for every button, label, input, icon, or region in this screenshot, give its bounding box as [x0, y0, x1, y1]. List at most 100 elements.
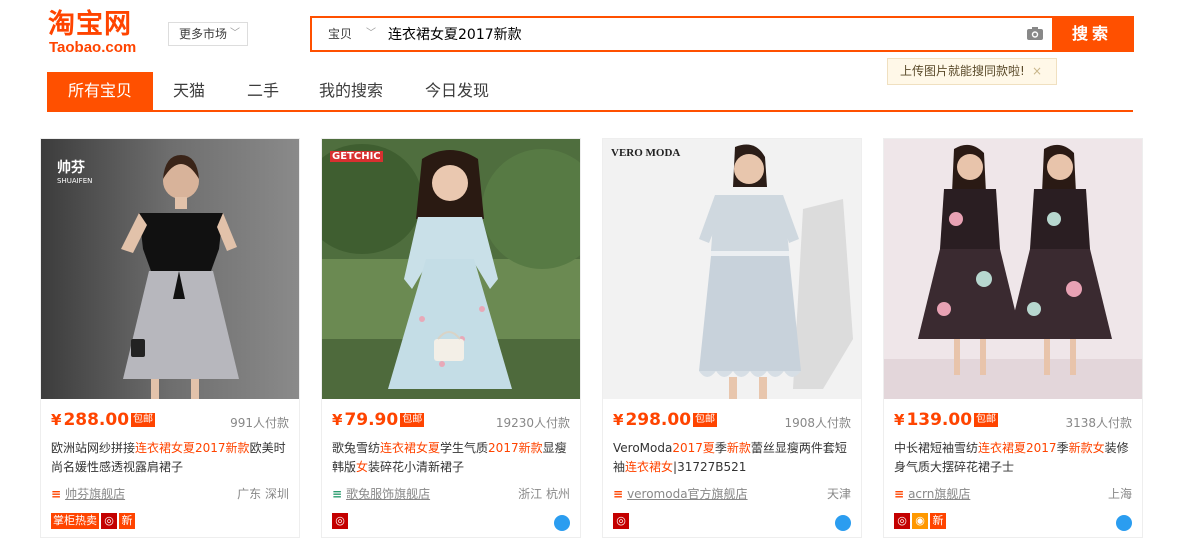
- product-title[interactable]: 欧洲站网纱拼接连衣裙女夏2017新款欧美时尚名媛性感透视露肩裙子: [51, 439, 291, 477]
- tab-tmall[interactable]: 天猫: [163, 72, 215, 110]
- camera-icon[interactable]: [1026, 26, 1044, 41]
- title-keyword: 新款: [726, 441, 751, 455]
- shop-link[interactable]: ≡ 帅芬旗舰店: [51, 485, 125, 502]
- tab-secondhand[interactable]: 二手: [237, 72, 289, 110]
- sales-count: 1908人付款: [784, 416, 851, 430]
- shop-icon: ≡: [51, 487, 62, 501]
- product-title[interactable]: 中长裙短袖雪纺连衣裙夏2017季新款女装修身气质大摆碎花裙子士: [894, 439, 1134, 477]
- price-value: 139.00: [906, 410, 973, 430]
- tab-my-search[interactable]: 我的搜索: [311, 72, 391, 110]
- product-image[interactable]: [884, 139, 1142, 399]
- price-value: 79.90: [344, 410, 399, 430]
- brand-logo-sub: SHUAIFEN: [57, 177, 93, 185]
- shop-link[interactable]: ≡ veromoda官方旗舰店: [613, 485, 748, 502]
- shop-location: 广东 深圳: [237, 487, 289, 501]
- title-part: VeroModa: [613, 441, 673, 455]
- free-shipping-badge: 包邮: [974, 413, 999, 427]
- title-keyword: 新款女: [1068, 441, 1105, 455]
- product-title[interactable]: VeroModa2017夏季新款蕾丝显瘦两件套短袖连衣裙女|31727B521: [613, 439, 853, 477]
- shop-icon: ≡: [613, 487, 624, 501]
- search-input[interactable]: [384, 18, 1022, 50]
- service-badges: ◎ ◉ 新: [894, 513, 948, 531]
- search-tabs: 所有宝贝 天猫 二手 我的搜索 今日发现: [47, 72, 1133, 112]
- shop-location: 浙江 杭州: [518, 487, 570, 501]
- title-part: 装碎花小清新裙子: [368, 460, 465, 474]
- service-badges: 掌柜热卖 ◎ 新: [51, 513, 137, 531]
- more-markets-label: 更多市场: [179, 27, 228, 41]
- shop-name: veromoda官方旗舰店: [627, 487, 748, 501]
- search-scope-select[interactable]: 宝贝 ﹀: [312, 18, 382, 50]
- product-image[interactable]: GETCHIC: [322, 139, 580, 399]
- title-part: |31727B521: [673, 460, 747, 474]
- title-part: 中长裙短袖雪纺: [894, 441, 979, 455]
- title-keyword: 连衣裙夏2017: [978, 441, 1057, 455]
- sales-count: 3138人付款: [1065, 416, 1132, 430]
- shop-location: 上海: [1107, 487, 1132, 501]
- more-markets-dropdown[interactable]: 更多市场 ﹀: [168, 22, 248, 46]
- yen-symbol: ¥: [894, 411, 905, 429]
- product-card[interactable]: GETCHIC ¥79.90 包邮 19230人付款 歌兔雪纺连衣裙女夏学生气质2…: [321, 138, 581, 538]
- yen-symbol: ¥: [332, 411, 343, 429]
- price-value: 288.00: [63, 410, 130, 430]
- shop-name: 歌兔服饰旗舰店: [346, 487, 431, 501]
- product-price: ¥79.90 包邮: [332, 410, 425, 430]
- sales-count: 991人付款: [230, 416, 289, 430]
- title-keyword: 2017夏: [672, 441, 715, 455]
- search-scope-label: 宝贝: [328, 27, 353, 41]
- tab-all-items[interactable]: 所有宝贝: [47, 72, 153, 110]
- tmall-icon[interactable]: ◎: [894, 513, 910, 529]
- title-part: 季: [714, 441, 727, 455]
- hot-seller-badge[interactable]: 掌柜热卖: [51, 513, 99, 529]
- shop-icon: ≡: [332, 487, 343, 501]
- shop-name: acrn旗舰店: [908, 487, 971, 501]
- product-price: ¥139.00 包邮: [894, 410, 999, 430]
- title-keyword: 女: [356, 460, 369, 474]
- product-card[interactable]: VERO MODA ¥298.00 包邮 1908人付款 VeroModa2017…: [602, 138, 862, 538]
- gold-seller-icon[interactable]: ◉: [912, 513, 928, 529]
- sales-count: 19230人付款: [495, 416, 570, 430]
- title-part: 学生气质: [440, 441, 489, 455]
- yen-symbol: ¥: [51, 411, 62, 429]
- tmall-icon[interactable]: ◎: [613, 513, 629, 529]
- shop-location: 天津: [826, 487, 851, 501]
- product-price: ¥298.00 包邮: [613, 410, 718, 430]
- tmall-icon[interactable]: ◎: [101, 513, 117, 529]
- brand-logo-text: 帅芬: [57, 160, 85, 176]
- product-price: ¥288.00 包邮: [51, 410, 156, 430]
- wangwang-icon[interactable]: [1116, 515, 1132, 531]
- title-part: 欧洲站网纱拼接: [51, 441, 136, 455]
- title-part: 歌兔雪纺: [332, 441, 381, 455]
- tmall-icon[interactable]: ◎: [332, 513, 348, 529]
- chevron-down-icon: ﹀: [366, 28, 376, 39]
- tab-today-discover[interactable]: 今日发现: [417, 72, 497, 110]
- search-button[interactable]: 搜索: [1052, 18, 1132, 50]
- product-card[interactable]: ¥139.00 包邮 3138人付款 中长裙短袖雪纺连衣裙夏2017季新款女装修身…: [883, 138, 1143, 538]
- product-title[interactable]: 歌兔雪纺连衣裙女夏学生气质2017新款显瘦韩版女装碎花小清新裙子: [332, 439, 572, 477]
- product-image[interactable]: VERO MODA: [603, 139, 861, 399]
- product-image[interactable]: 帅芬 SHUAIFEN: [41, 139, 299, 399]
- new-badge[interactable]: 新: [119, 513, 135, 529]
- wangwang-icon[interactable]: [554, 515, 570, 531]
- title-keyword: 连衣裙女: [625, 460, 674, 474]
- title-keyword: 连衣裙女夏2017新款: [135, 441, 250, 455]
- price-value: 298.00: [625, 410, 692, 430]
- chevron-down-icon: ﹀: [230, 28, 240, 39]
- shop-link[interactable]: ≡ acrn旗舰店: [894, 485, 970, 502]
- brand-logo-text: VERO MODA: [611, 147, 681, 159]
- service-badges: ◎: [613, 513, 631, 531]
- free-shipping-badge: 包邮: [131, 413, 156, 427]
- search-bar: 宝贝 ﹀ 搜索: [310, 16, 1134, 52]
- title-keyword: 2017新款: [488, 441, 543, 455]
- free-shipping-badge: 包邮: [693, 413, 718, 427]
- yen-symbol: ¥: [613, 411, 624, 429]
- new-badge[interactable]: 新: [930, 513, 946, 529]
- shop-name: 帅芬旗舰店: [65, 487, 126, 501]
- shop-icon: ≡: [894, 487, 905, 501]
- title-keyword: 连衣裙女夏: [380, 441, 441, 455]
- wangwang-icon[interactable]: [835, 515, 851, 531]
- product-card[interactable]: 帅芬 SHUAIFEN ¥288.00 包邮 991人付款 欧洲站网纱拼接连衣裙女…: [40, 138, 300, 538]
- shop-link[interactable]: ≡ 歌兔服饰旗舰店: [332, 485, 430, 502]
- logo-cn[interactable]: 淘宝网: [48, 10, 132, 40]
- logo-en[interactable]: Taobao.com: [49, 39, 136, 57]
- title-part: 季: [1056, 441, 1069, 455]
